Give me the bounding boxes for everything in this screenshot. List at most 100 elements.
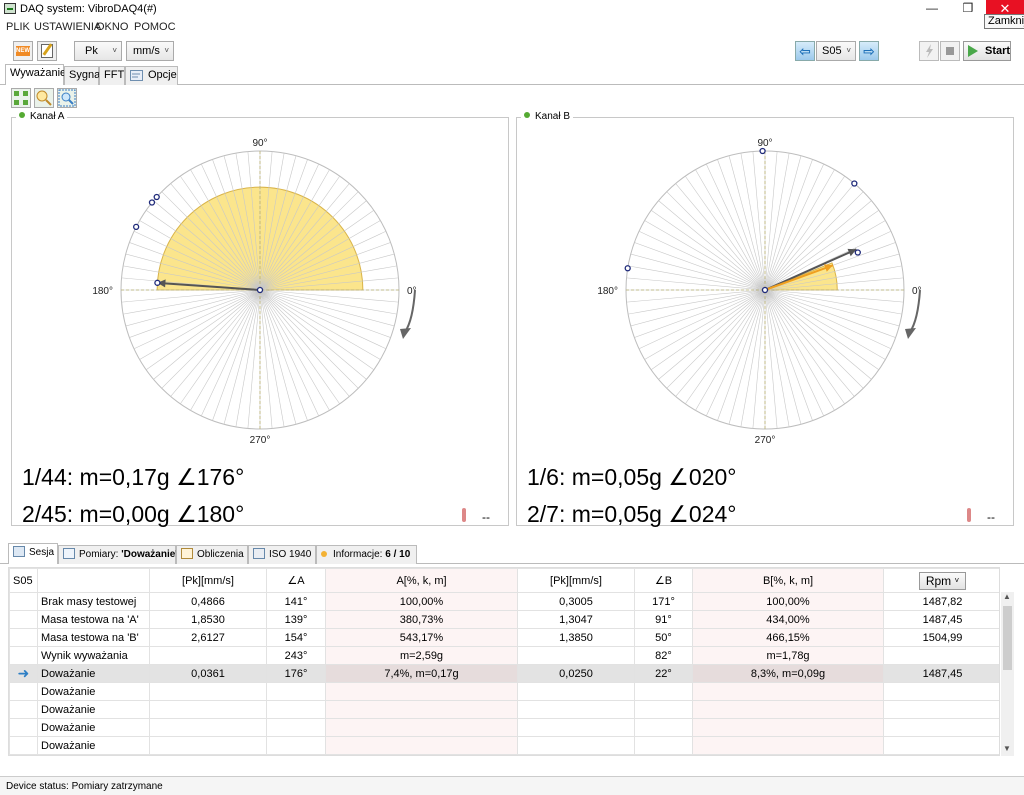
cell-a-result: 100,00% (325, 592, 518, 611)
mode-select[interactable]: Pk ˅ (74, 41, 122, 61)
row-name: Doważanie (37, 736, 150, 755)
cell-angle-b: 82° (634, 646, 693, 665)
axis-label-180: 180° (597, 286, 618, 297)
cell-b-result (692, 682, 884, 701)
tab-sesja[interactable]: Sesja (8, 543, 58, 564)
cell-b-result: 8,3%, m=0,09g (692, 664, 884, 683)
fit-view-button[interactable] (11, 88, 31, 108)
header-angle-b: ∠B (634, 568, 693, 593)
cell-angle-b (634, 682, 693, 701)
previous-session-button[interactable]: ⇦ (795, 41, 815, 61)
header-rpm: Rpm ˅ (883, 568, 999, 593)
center-point (761, 286, 769, 294)
cell-angle-a (266, 682, 326, 701)
cell-pk-a: 2,6127 (149, 628, 267, 647)
tab-iso-1940[interactable]: ISO 1940 (248, 545, 316, 564)
table-row[interactable]: Masa testowa na 'B' 2,6127 154° 543,17% 1,38… (9, 628, 999, 647)
menu-okno[interactable]: OKNO (96, 21, 128, 33)
row-name: Masa testowa na 'A' (37, 610, 150, 629)
table-scrollbar[interactable]: ▲ ▼ (1001, 592, 1014, 756)
restore-button[interactable]: ❒ (950, 0, 986, 18)
cell-pk-b (517, 736, 635, 755)
result-line-b2: 2/7: m=0,05g ∠024° (527, 501, 737, 527)
tab-pomiary[interactable]: Pomiary: 'Doważanie' (58, 545, 178, 564)
cell-b-result: m=1,78g (692, 646, 884, 665)
cell-pk-b: 1,3047 (517, 610, 635, 629)
new-session-button[interactable]: NEW (13, 41, 33, 61)
fit-icon (14, 91, 28, 105)
row-name: Masa testowa na 'B' (37, 628, 150, 647)
minimize-button[interactable]: — (914, 0, 950, 18)
cell-pk-b: 0,0250 (517, 664, 635, 683)
scroll-up-icon[interactable]: ▲ (1003, 592, 1011, 601)
rpm-select[interactable]: Rpm ˅ (918, 571, 967, 590)
info-count: 6 / 10 (385, 549, 411, 560)
row-marker (9, 592, 38, 611)
edit-button[interactable] (37, 41, 57, 61)
cell-a-result (325, 718, 518, 737)
unit-select[interactable]: mm/s ˅ (126, 41, 174, 61)
axis-label-90: 90° (757, 138, 772, 149)
cell-angle-a: 243° (266, 646, 326, 665)
channel-b-label: Kanał B (521, 111, 574, 122)
lightning-icon (926, 44, 933, 58)
cell-pk-b (517, 700, 635, 719)
header-angle-a: ∠A (266, 568, 326, 593)
zoom-fit-button[interactable] (57, 88, 77, 108)
cell-pk-a: 0,0361 (149, 664, 267, 683)
tab-wywazanie[interactable]: Wyważanie (5, 64, 66, 85)
unit-value: mm/s (133, 45, 160, 57)
trigger-button[interactable] (919, 41, 939, 61)
row-marker (9, 646, 38, 665)
tab-informacje[interactable]: Informacje: 6 / 10 (316, 545, 417, 564)
tab-opcje[interactable]: Opcje (125, 66, 178, 85)
axis-label-90: 90° (252, 138, 267, 149)
scroll-down-icon[interactable]: ▼ (1003, 744, 1011, 753)
table-row[interactable]: ➜ Doważanie 0,0361 176° 7,4%, m=0,17g 0,0250 2… (9, 664, 999, 683)
tab-fft[interactable]: FFT (99, 66, 125, 85)
row-marker (9, 682, 38, 701)
chevron-down-icon: ˅ (954, 575, 960, 585)
cell-a-result (325, 682, 518, 701)
app-window: DAQ system: VibroDAQ4(#) — ❒ ✕ Zamknij P… (0, 0, 1024, 795)
cell-pk-b (517, 718, 635, 737)
cell-pk-b (517, 682, 635, 701)
edit-icon (41, 44, 53, 58)
row-name: Doważanie (37, 700, 150, 719)
header-name (37, 568, 150, 593)
table-row[interactable]: Doważanie (9, 682, 999, 701)
menu-pomoc[interactable]: POMOC (134, 21, 176, 33)
scroll-thumb[interactable] (1003, 606, 1012, 670)
header-b-result: B[%, k, m] (692, 568, 884, 593)
cell-pk-b: 0,3005 (517, 592, 635, 611)
cell-angle-a (266, 736, 326, 755)
session-select[interactable]: S05 ˅ (816, 41, 856, 61)
header-pk-a: [Pk][mm/s] (149, 568, 267, 593)
table-row[interactable]: Wynik wyważania 243° m=2,59g 82° m=1,78g (9, 646, 999, 665)
channel-a-label: Kanał A (16, 111, 68, 122)
table-row[interactable]: Doważanie (9, 736, 999, 755)
arrow-right-icon: ⇨ (863, 43, 875, 59)
row-name: Doważanie (37, 718, 150, 737)
title-bar: DAQ system: VibroDAQ4(#) — ❒ ✕ (0, 0, 1024, 18)
cell-rpm: 1487,82 (883, 592, 999, 611)
cell-a-result (325, 736, 518, 755)
start-button[interactable]: Start (963, 41, 1011, 61)
table-row[interactable]: Masa testowa na 'A' 1,8530 139° 380,73% 1,30… (9, 610, 999, 629)
next-session-button[interactable]: ⇨ (859, 41, 879, 61)
app-icon (4, 3, 16, 14)
zoom-in-icon (36, 90, 52, 106)
tab-sygnal[interactable]: Sygnał (64, 66, 103, 85)
menu-plik[interactable]: PLIK (6, 21, 30, 33)
zoom-in-button[interactable] (34, 88, 54, 108)
cell-rpm: 1504,99 (883, 628, 999, 647)
table-row[interactable]: Doważanie (9, 718, 999, 737)
stop-button[interactable] (940, 41, 960, 61)
cell-a-result: 7,4%, m=0,17g (325, 664, 518, 683)
cell-rpm: 1487,45 (883, 610, 999, 629)
table-row[interactable]: Brak masy testowej 0,4866 141° 100,00% 0,300… (9, 592, 999, 611)
table-row[interactable]: Doważanie (9, 700, 999, 719)
row-name: Doważanie (37, 682, 150, 701)
tab-obliczenia[interactable]: Obliczenia (176, 545, 248, 564)
menu-ustawienia[interactable]: USTAWIENIA (34, 21, 101, 33)
